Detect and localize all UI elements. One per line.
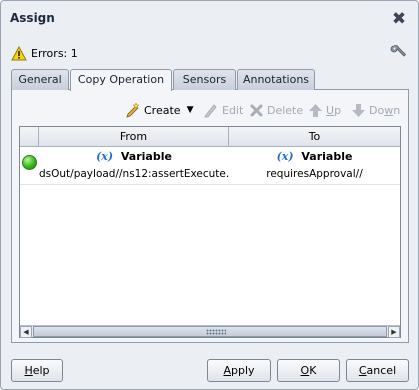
arrow-up-icon <box>309 103 322 117</box>
from-path: dsOut/payload//ns12:assertExecute... <box>39 168 229 180</box>
scroll-right-icon[interactable]: ▶ <box>388 326 400 338</box>
variable-icon: (x) <box>96 150 114 163</box>
create-button[interactable]: Create ▼ <box>125 101 193 119</box>
up-label: Up <box>326 103 342 117</box>
variable-icon: (x) <box>276 150 294 163</box>
ok-button[interactable]: OK <box>277 359 340 382</box>
column-header-from[interactable]: From <box>39 127 229 147</box>
from-cell[interactable]: (x) Variable dsOut/payload//ns12:assertE… <box>39 147 229 185</box>
status-ok-icon <box>22 155 37 170</box>
copy-rules-table: From To (x) Variable dsOut/payload//ns12… <box>19 126 401 338</box>
arrow-down-icon <box>352 103 365 117</box>
edit-label: Edit <box>222 103 244 117</box>
errors-indicator: Errors: 1 <box>11 45 78 61</box>
status-column-header <box>20 127 39 147</box>
tab-general[interactable]: General <box>11 69 69 90</box>
to-cell[interactable]: (x) Variable requiresApproval// <box>229 147 400 185</box>
up-button[interactable]: Up <box>308 101 341 119</box>
table-row[interactable]: (x) Variable dsOut/payload//ns12:assertE… <box>20 147 400 185</box>
scroll-left-icon[interactable]: ◀ <box>20 326 32 338</box>
create-icon <box>126 102 140 118</box>
dialog-title: Assign <box>10 11 55 25</box>
delete-label: Delete <box>267 103 304 117</box>
tab-sensors[interactable]: Sensors <box>173 69 236 90</box>
pencil-icon <box>204 104 217 118</box>
copy-toolbar: Create ▼ Edit Delete Up Down <box>125 101 405 119</box>
grip-icon <box>206 329 226 335</box>
down-label: Down <box>369 103 401 117</box>
delete-icon <box>250 104 263 116</box>
wrench-icon[interactable] <box>390 43 408 61</box>
close-icon[interactable]: ✖ <box>390 10 408 28</box>
from-type: Variable <box>120 150 172 163</box>
chevron-down-icon: ▼ <box>186 105 194 115</box>
errors-label: Errors: 1 <box>31 46 78 60</box>
create-label: Create <box>144 103 181 117</box>
tab-annotations[interactable]: Annotations <box>237 69 315 90</box>
warning-icon <box>11 45 27 60</box>
apply-button[interactable]: Apply <box>207 359 271 382</box>
delete-button[interactable]: Delete <box>249 101 303 119</box>
assign-dialog: Assign ✖ Errors: 1 General Copy Operatio… <box>0 0 419 390</box>
edit-button[interactable]: Edit <box>203 101 243 119</box>
down-button[interactable]: Down <box>351 101 400 119</box>
to-type: Variable <box>301 150 353 163</box>
help-button[interactable]: Help <box>11 359 63 382</box>
to-path: requiresApproval// <box>266 168 363 180</box>
horizontal-scrollbar[interactable]: ◀ ▶ <box>20 325 400 338</box>
column-header-to[interactable]: To <box>229 127 400 147</box>
scrollbar-thumb[interactable] <box>33 326 387 337</box>
cancel-button[interactable]: Cancel <box>346 359 409 382</box>
tab-copy-operation[interactable]: Copy Operation <box>70 69 172 91</box>
